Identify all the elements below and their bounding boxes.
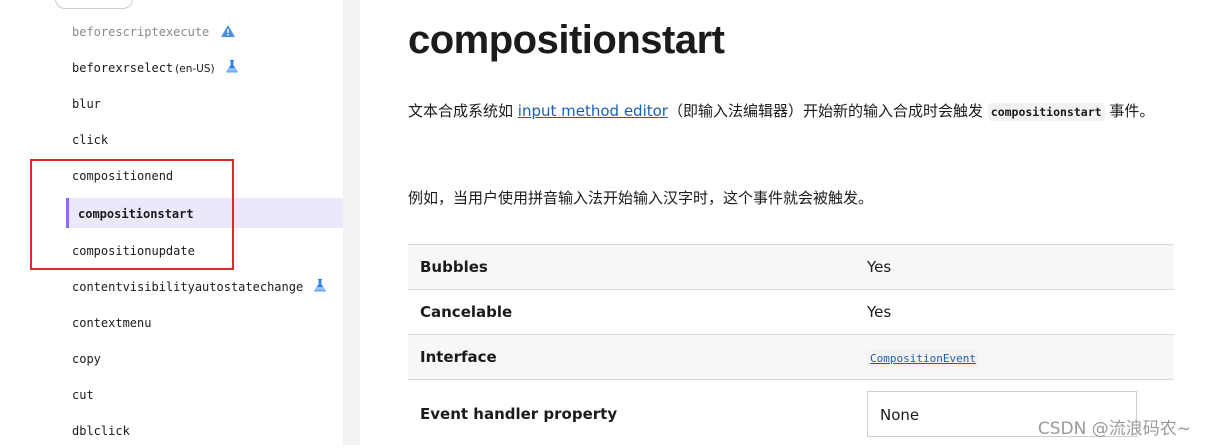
- row-label: Cancelable: [408, 290, 855, 335]
- sidebar-item-click[interactable]: click: [72, 130, 108, 150]
- sidebar-item-label: copy: [72, 352, 101, 366]
- row-value: CompositionEvent: [855, 335, 1174, 380]
- interface-link[interactable]: CompositionEvent: [867, 350, 979, 367]
- warning-icon: [221, 23, 235, 43]
- table-row: Cancelable Yes: [408, 290, 1174, 335]
- sidebar-item-label: contentvisibilityautostatechange: [72, 280, 303, 294]
- sidebar-item-beforexrselect[interactable]: beforexrselect(en-US): [72, 58, 238, 78]
- table-row: Interface CompositionEvent: [408, 335, 1174, 380]
- watermark: CSDN @流浪码农~: [1038, 414, 1191, 439]
- sidebar-item-label: dblclick: [72, 424, 130, 438]
- main-content: compositionstart 文本合成系统如 input method ed…: [360, 0, 1205, 445]
- experimental-flask-icon: [226, 59, 238, 79]
- inline-code: compositionstart: [988, 103, 1105, 121]
- row-label: Event handler property: [408, 380, 855, 448]
- description-paragraph: 文本合成系统如 input method editor（即输入法编辑器）开始新的…: [408, 97, 1178, 126]
- sidebar: beforescriptexecute beforexrselect(en-US…: [0, 0, 343, 445]
- sidebar-item-label: beforescriptexecute: [72, 25, 209, 39]
- sidebar-item-cut[interactable]: cut: [72, 385, 94, 405]
- ime-link[interactable]: input method editor: [518, 102, 668, 120]
- highlight-annotation-box: [30, 159, 234, 270]
- example-paragraph: 例如，当用户使用拼音输入法开始输入汉字时，这个事件就会被触发。: [408, 184, 1178, 212]
- sidebar-item-contextmenu[interactable]: contextmenu: [72, 313, 151, 333]
- row-value: Yes: [855, 290, 1174, 335]
- sidebar-item-copy[interactable]: copy: [72, 349, 101, 369]
- sidebar-item-contentvisibilityautostatechange[interactable]: contentvisibilityautostatechange: [72, 277, 326, 297]
- para-text: （即输入法编辑器）开始新的输入合成时会触发: [668, 102, 988, 120]
- row-label: Interface: [408, 335, 855, 380]
- sidebar-item-label: click: [72, 133, 108, 147]
- sidebar-item-label: beforexrselect: [72, 61, 173, 75]
- para-text: 事件。: [1105, 102, 1155, 120]
- table-row: Bubbles Yes: [408, 245, 1174, 290]
- sidebar-item-dblclick[interactable]: dblclick: [72, 421, 130, 441]
- page-title: compositionstart: [408, 14, 724, 66]
- filter-pill[interactable]: [55, 0, 133, 9]
- row-value: Yes: [855, 245, 1174, 290]
- sidebar-item-label: cut: [72, 388, 94, 402]
- sidebar-divider: [343, 0, 360, 445]
- sidebar-item-blur[interactable]: blur: [72, 94, 101, 114]
- sidebar-item-label: contextmenu: [72, 316, 151, 330]
- row-label: Bubbles: [408, 245, 855, 290]
- experimental-flask-icon: [314, 278, 326, 298]
- locale-badge: (en-US): [175, 63, 214, 75]
- sidebar-item-beforescriptexecute[interactable]: beforescriptexecute: [72, 22, 235, 42]
- sidebar-item-label: blur: [72, 97, 101, 111]
- para-text: 文本合成系统如: [408, 102, 518, 120]
